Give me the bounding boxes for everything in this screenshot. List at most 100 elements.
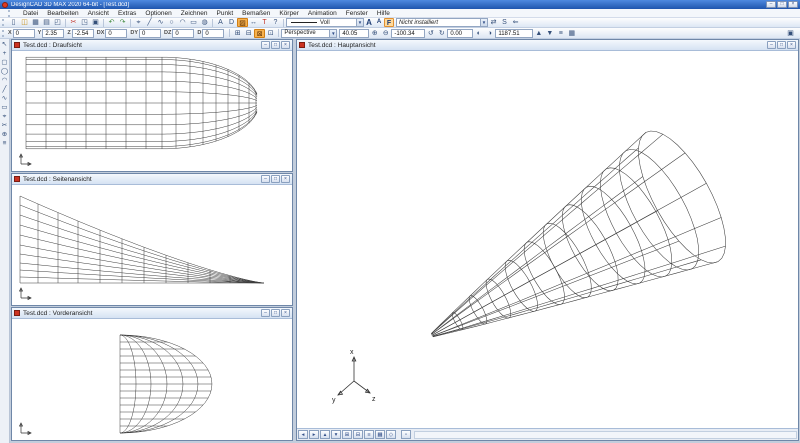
dimension-icon[interactable]: ↔ [248, 18, 259, 27]
viewport-3-header[interactable]: Test.dcd : Vorderansicht – □ × [12, 308, 292, 319]
cut-icon[interactable]: ✂ [68, 18, 79, 27]
viewport-2-minimize-button[interactable]: – [261, 175, 270, 183]
menu-bemassen[interactable]: Bemaßen [242, 10, 270, 17]
menu-koerper[interactable]: Körper [279, 10, 299, 17]
menu-punkt[interactable]: Punkt [217, 10, 234, 17]
save-icon[interactable]: ▦ [30, 18, 41, 27]
distance-field[interactable]: 1187.51 [495, 29, 533, 38]
trim-icon[interactable]: ✂ [0, 121, 9, 130]
menu-bearbeiten[interactable]: Bearbeiten [47, 10, 78, 17]
scroll-left-button[interactable]: ◂ [298, 430, 308, 439]
view-iso-button[interactable]: ◇ [386, 430, 396, 439]
viewport-main-canvas[interactable]: xyz [297, 51, 798, 428]
scroll-up-button[interactable]: ▴ [320, 430, 330, 439]
new-file-icon[interactable]: ▯ [8, 18, 19, 27]
rotate-left-icon[interactable]: ↺ [425, 29, 436, 38]
box-tool-icon[interactable]: ▭ [188, 18, 199, 27]
viewport-1-header[interactable]: Test.dcd : Draufsicht – □ × [12, 40, 292, 51]
far-right-icon[interactable]: ▣ [785, 29, 796, 38]
target-icon[interactable]: ⌖ [0, 112, 9, 121]
coord-x-field[interactable]: 0 [13, 29, 35, 38]
menu-optionen[interactable]: Optionen [145, 10, 171, 17]
zoom-out-icon[interactable]: ⊖ [380, 29, 391, 38]
minimize-button[interactable]: – [766, 1, 776, 8]
scroll-down-button[interactable]: ▾ [331, 430, 341, 439]
letter-a-icon[interactable]: A [215, 18, 226, 27]
hatch-icon[interactable]: ▨ [237, 18, 248, 27]
sphere-tool-icon[interactable]: ◍ [199, 18, 210, 27]
grid-minus-icon[interactable]: ⊟ [243, 29, 254, 38]
magnify-icon[interactable]: ⊕ [0, 130, 9, 139]
select-tool-icon[interactable]: ⌖ [133, 18, 144, 27]
viewport-main-maximize-button[interactable]: □ [777, 41, 786, 49]
viewport-2-maximize-button[interactable]: □ [271, 175, 280, 183]
help-icon[interactable]: ? [270, 18, 281, 27]
maximize-button[interactable]: □ [777, 1, 787, 8]
line-style-dropdown[interactable]: Voll ▼ [286, 18, 364, 27]
view-angle-field[interactable]: 40.05 [339, 29, 369, 38]
letter-d-icon[interactable]: D [226, 18, 237, 27]
print-icon[interactable]: ▤ [41, 18, 52, 27]
viewport-2-header[interactable]: Test.dcd : Seitenansicht – □ × [12, 174, 292, 185]
layers-icon[interactable]: ≡ [0, 139, 9, 148]
paste-icon[interactable]: ▣ [90, 18, 101, 27]
line-icon[interactable]: ╱ [0, 85, 9, 94]
rotate-y-field[interactable]: 0.00 [447, 29, 473, 38]
menu-ansicht[interactable]: Ansicht [88, 10, 109, 17]
view-grid-button[interactable]: ▦ [375, 430, 385, 439]
box-icon[interactable]: ▭ [0, 103, 9, 112]
coord-dy-field[interactable]: 0 [139, 29, 161, 38]
plane-icon[interactable]: ⊡ [265, 29, 276, 38]
view-mode-dropdown[interactable]: Perspective ▼ [281, 29, 337, 38]
coord-dx-field[interactable]: 0 [105, 29, 127, 38]
arc-icon[interactable]: ◠ [0, 76, 9, 85]
viewport-1-close-button[interactable]: × [281, 41, 290, 49]
mesh-icon[interactable]: ▦ [566, 29, 577, 38]
swap-icon[interactable]: ⇄ [488, 18, 499, 27]
line-tool-icon[interactable]: ╱ [144, 18, 155, 27]
menu-extras[interactable]: Extras [118, 10, 136, 17]
scroll-right-button[interactable]: ▸ [309, 430, 319, 439]
open-file-icon[interactable]: ◫ [19, 18, 30, 27]
font-larger-button[interactable]: A [364, 18, 374, 27]
snap-icon[interactable]: S [499, 18, 510, 27]
viewport-3-close-button[interactable]: × [281, 309, 290, 317]
ortho-icon[interactable]: ⊠ [254, 29, 265, 38]
curve-icon[interactable]: ∿ [0, 94, 9, 103]
viewport-main-header[interactable]: Test.dcd : Hauptansicht – □ × [297, 40, 798, 51]
viewport-3-canvas[interactable] [12, 319, 292, 440]
list-icon[interactable]: ≡ [555, 29, 566, 38]
menu-animation[interactable]: Animation [308, 10, 337, 17]
font-smaller-button[interactable]: A [374, 18, 384, 27]
horizontal-scrollbar[interactable] [414, 431, 797, 439]
font-dropdown[interactable]: Nicht installiert ▼ [396, 18, 488, 27]
back-icon[interactable]: ⇐ [510, 18, 521, 27]
rotate-right-icon[interactable]: ↻ [436, 29, 447, 38]
circle-icon[interactable]: ◯ [0, 67, 9, 76]
extra-view-button[interactable]: ▫ [401, 430, 411, 439]
print-preview-icon[interactable]: ◰ [52, 18, 63, 27]
redo-icon[interactable]: ↷ [117, 18, 128, 27]
viewport-1-maximize-button[interactable]: □ [271, 41, 280, 49]
viewport-main-minimize-button[interactable]: – [767, 41, 776, 49]
grid-icon[interactable]: ⊞ [232, 29, 243, 38]
menu-zeichnen[interactable]: Zeichnen [181, 10, 208, 17]
pointer-icon[interactable]: ↖ [0, 40, 9, 49]
font-style-button[interactable]: F [384, 18, 394, 27]
menu-datei[interactable]: Datei [23, 10, 38, 17]
zoom-in-icon[interactable]: ⊕ [369, 29, 380, 38]
polyline-tool-icon[interactable]: ∿ [155, 18, 166, 27]
step-down-icon[interactable]: ▼ [544, 29, 555, 38]
coord-z-field[interactable]: -2.54 [72, 29, 94, 38]
arc-tool-icon[interactable]: ◠ [177, 18, 188, 27]
step-up-icon[interactable]: ▲ [533, 29, 544, 38]
viewport-1-minimize-button[interactable]: – [261, 41, 270, 49]
rect-select-icon[interactable]: ▢ [0, 58, 9, 67]
zoom-plus-button[interactable]: ⊞ [342, 430, 352, 439]
menu-hilfe[interactable]: Hilfe [377, 10, 390, 17]
add-point-icon[interactable]: + [0, 49, 9, 58]
menu-fenster[interactable]: Fenster [346, 10, 368, 17]
viewport-1-canvas[interactable] [12, 51, 292, 171]
tilt-up-icon[interactable]: ◐ [473, 29, 484, 38]
rotate-x-field[interactable]: -100.34 [391, 29, 425, 38]
